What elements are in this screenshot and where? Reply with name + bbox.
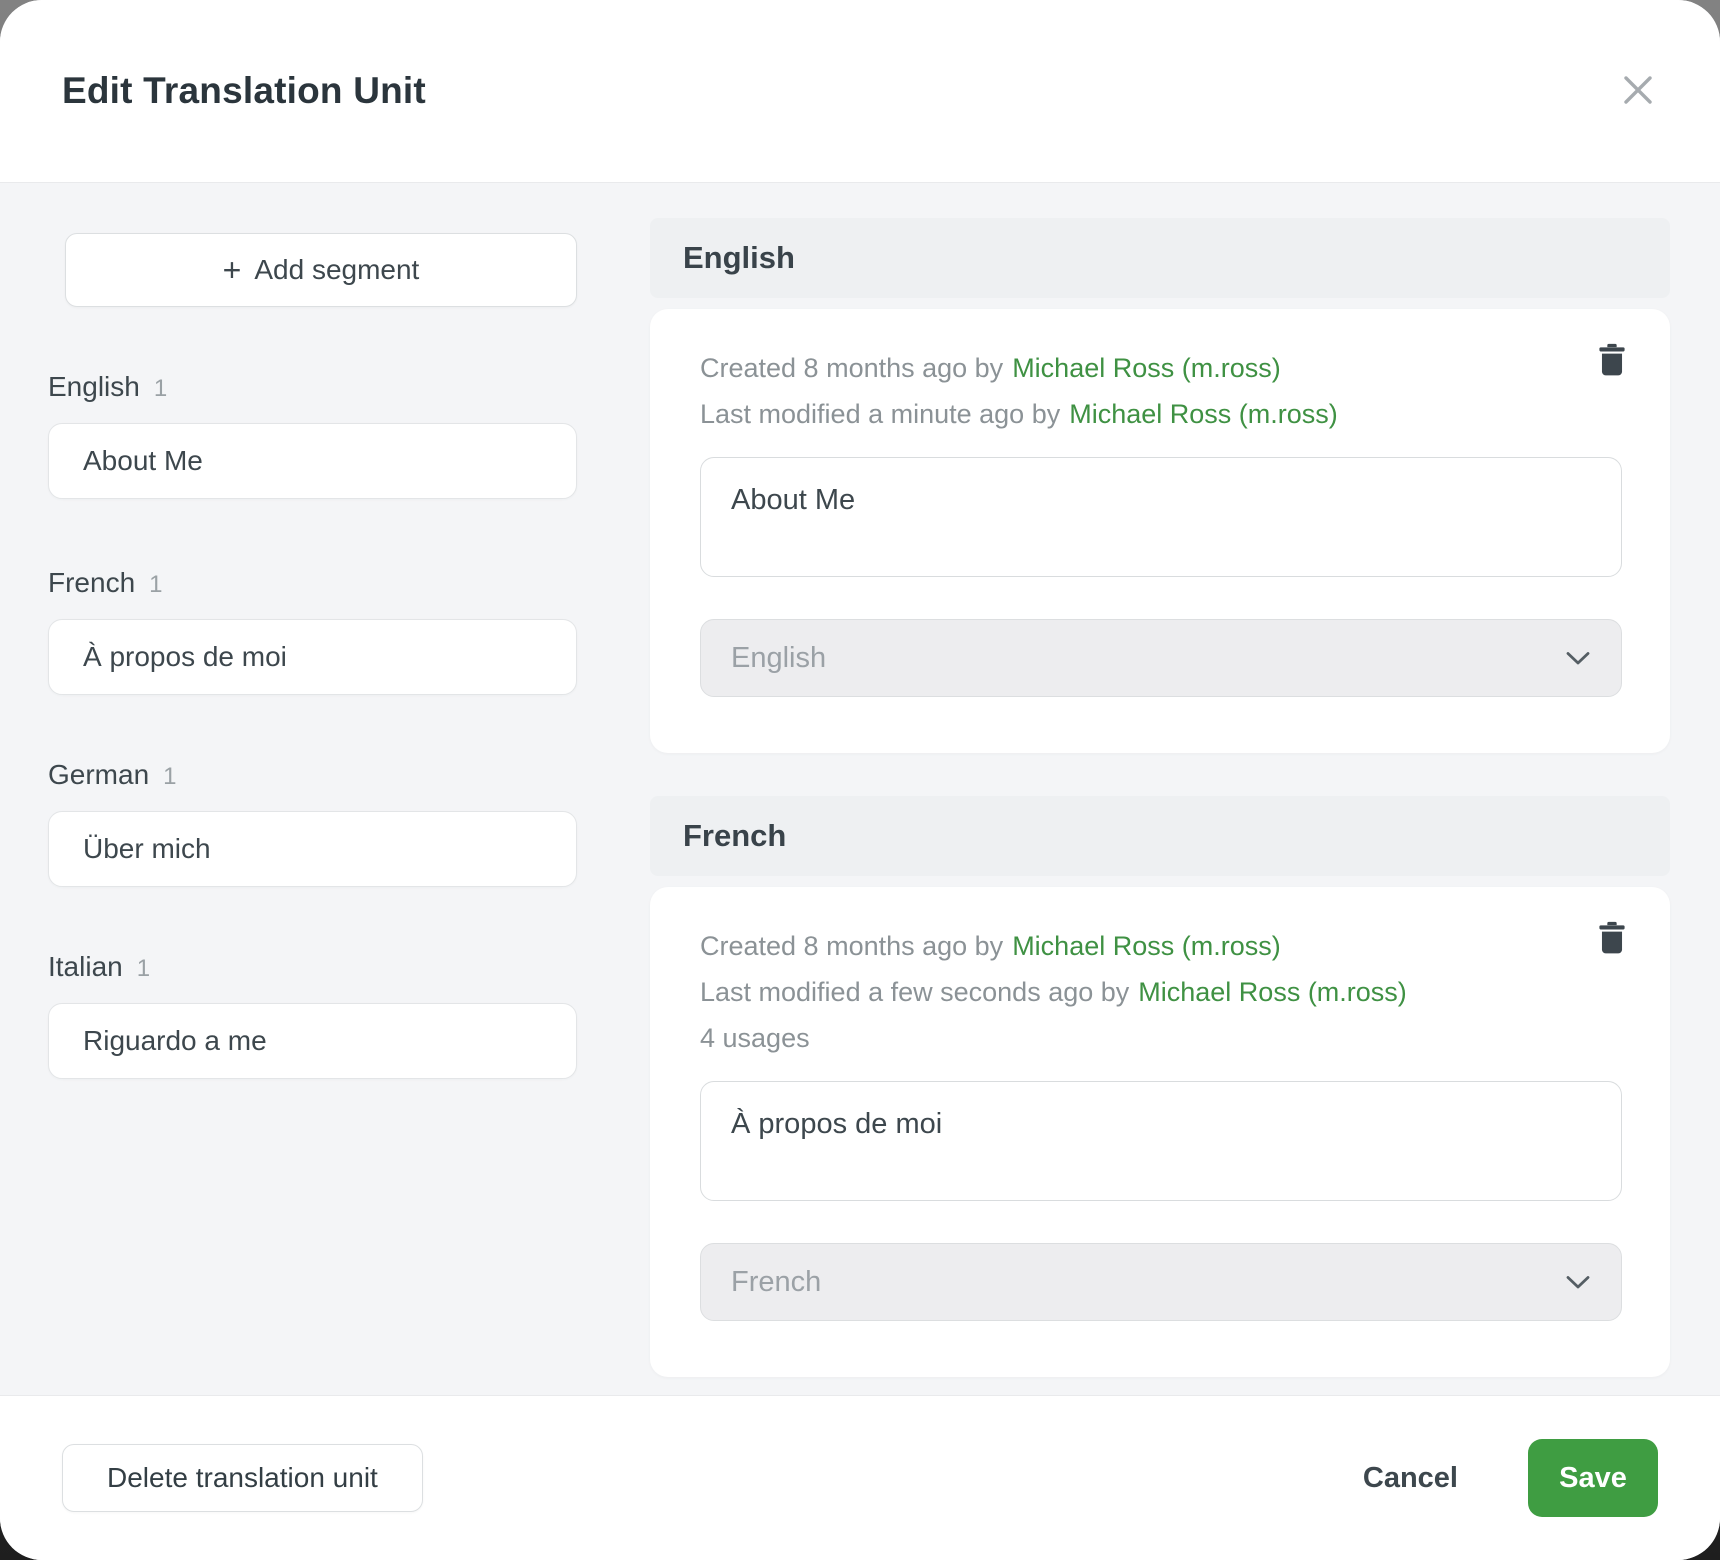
created-meta: Created 8 months ago by Michael Ross (m.r… xyxy=(700,345,1622,391)
modified-text: Last modified a few seconds ago by xyxy=(700,977,1129,1007)
created-text: Created 8 months ago by xyxy=(700,931,1003,961)
language-name: English xyxy=(48,371,140,403)
trash-icon xyxy=(1598,343,1626,379)
modified-user-link[interactable]: Michael Ross (m.ross) xyxy=(1138,977,1407,1007)
edit-translation-unit-dialog: Edit Translation Unit + Add segment Engl… xyxy=(0,0,1720,1560)
segment-value-input[interactable]: About Me xyxy=(700,457,1622,577)
cancel-button[interactable]: Cancel xyxy=(1349,1452,1472,1505)
delete-segment-button[interactable] xyxy=(1590,343,1634,387)
language-select-value: English xyxy=(731,642,826,675)
modified-meta: Last modified a minute ago by Michael Ros… xyxy=(700,391,1622,437)
language-select[interactable]: English xyxy=(700,619,1622,697)
language-name: German xyxy=(48,759,149,791)
segment-count-badge: 1 xyxy=(137,955,150,983)
segment-card-value: À propos de moi xyxy=(83,641,287,673)
close-button[interactable] xyxy=(1614,67,1662,115)
segment-editor-column: English Created 8 months ago by Michael R… xyxy=(650,218,1670,1395)
dialog-header: Edit Translation Unit xyxy=(0,0,1720,183)
segment-count-badge: 1 xyxy=(163,763,176,791)
language-label-english: English 1 xyxy=(48,371,577,403)
created-user-link[interactable]: Michael Ross (m.ross) xyxy=(1012,931,1281,961)
add-segment-label: Add segment xyxy=(254,254,419,286)
language-label-german: German 1 xyxy=(48,759,577,791)
segment-card-german[interactable]: Über mich xyxy=(48,811,577,887)
chevron-down-icon xyxy=(1565,642,1591,675)
delete-translation-unit-button[interactable]: Delete translation unit xyxy=(62,1444,423,1512)
created-user-link[interactable]: Michael Ross (m.ross) xyxy=(1012,353,1281,383)
usages-count: 4 usages xyxy=(700,1015,1622,1061)
segment-card-value: Riguardo a me xyxy=(83,1025,267,1057)
dialog-title: Edit Translation Unit xyxy=(62,70,426,112)
close-icon xyxy=(1620,72,1656,111)
trash-icon xyxy=(1598,921,1626,957)
segment-card-english[interactable]: About Me xyxy=(48,423,577,499)
language-label-italian: Italian 1 xyxy=(48,951,577,983)
delete-segment-button[interactable] xyxy=(1590,921,1634,965)
modified-user-link[interactable]: Michael Ross (m.ross) xyxy=(1069,399,1338,429)
segment-card-french[interactable]: À propos de moi xyxy=(48,619,577,695)
section-header-french: French xyxy=(650,796,1670,876)
modified-text: Last modified a minute ago by xyxy=(700,399,1060,429)
segment-count-badge: 1 xyxy=(154,375,167,403)
add-segment-button[interactable]: + Add segment xyxy=(65,233,577,307)
chevron-down-icon xyxy=(1565,1266,1591,1299)
language-label-french: French 1 xyxy=(48,567,577,599)
language-name: French xyxy=(48,567,135,599)
segment-card-italian[interactable]: Riguardo a me xyxy=(48,1003,577,1079)
plus-icon: + xyxy=(223,254,242,286)
language-select-value: French xyxy=(731,1266,821,1299)
segment-list-sidebar: + Add segment English 1 About Me French … xyxy=(48,218,577,1395)
segment-editor-english: Created 8 months ago by Michael Ross (m.r… xyxy=(650,309,1670,753)
segment-card-value: About Me xyxy=(83,445,203,477)
section-header-english: English xyxy=(650,218,1670,298)
created-meta: Created 8 months ago by Michael Ross (m.r… xyxy=(700,923,1622,969)
language-select[interactable]: French xyxy=(700,1243,1622,1321)
created-text: Created 8 months ago by xyxy=(700,353,1003,383)
language-name: Italian xyxy=(48,951,123,983)
segment-value-input[interactable]: À propos de moi xyxy=(700,1081,1622,1201)
segment-card-value: Über mich xyxy=(83,833,211,865)
save-button[interactable]: Save xyxy=(1528,1439,1658,1517)
dialog-footer: Delete translation unit Cancel Save xyxy=(0,1395,1720,1560)
modified-meta: Last modified a few seconds ago by Michae… xyxy=(700,969,1622,1015)
segment-count-badge: 1 xyxy=(149,571,162,599)
segment-editor-french: Created 8 months ago by Michael Ross (m.r… xyxy=(650,887,1670,1377)
dialog-body: + Add segment English 1 About Me French … xyxy=(0,183,1720,1395)
